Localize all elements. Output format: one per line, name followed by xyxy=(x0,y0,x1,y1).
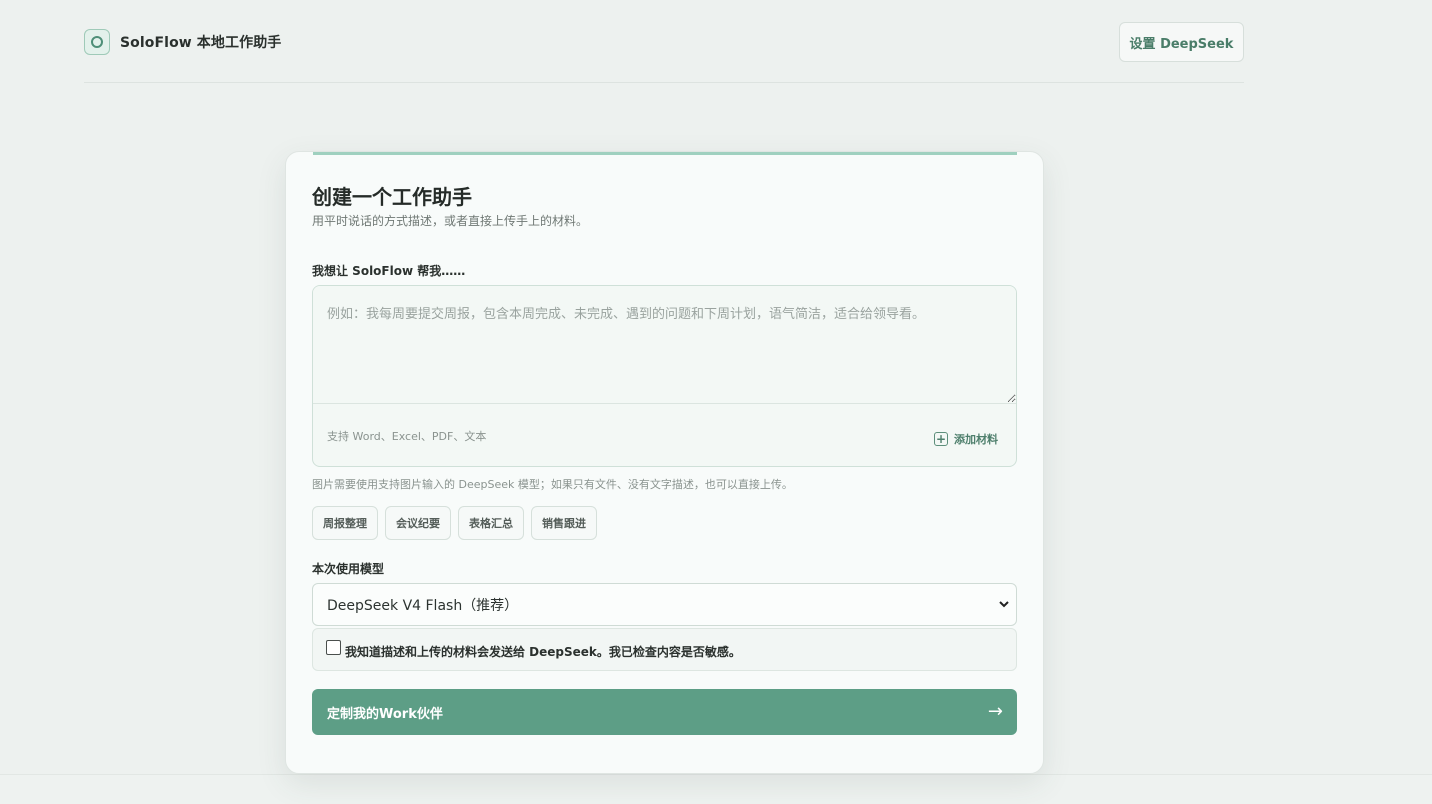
model-label: 本次使用模型 xyxy=(312,562,385,576)
card-title: 创建一个工作助手 xyxy=(312,185,472,209)
plus-icon: + xyxy=(934,432,948,446)
supported-formats-text: 支持 Word、Excel、PDF、文本 xyxy=(327,430,487,443)
chip-sales-followup[interactable]: 销售跟进 xyxy=(531,506,597,540)
app-header: SoloFlow 本地工作助手 设置 DeepSeek xyxy=(84,22,1244,83)
prompt-label: 我想让 SoloFlow 帮我…… xyxy=(312,264,466,278)
model-selected-value: DeepSeek V4 Flash（推荐） xyxy=(327,597,519,614)
add-material-label: 添加材料 xyxy=(954,433,998,446)
card-accent-bar xyxy=(313,152,1017,155)
prompt-input-box: 支持 Word、Excel、PDF、文本 + 添加材料 xyxy=(312,285,1017,467)
consent-checkbox[interactable] xyxy=(326,640,341,655)
arrow-right-icon: → xyxy=(987,701,1003,722)
circle-logo-icon xyxy=(84,29,110,55)
page-footer-band xyxy=(0,774,1432,804)
chevron-down-icon xyxy=(999,601,1009,608)
chip-weekly-report[interactable]: 周报整理 xyxy=(312,506,378,540)
create-assistant-card: 创建一个工作助手 用平时说话的方式描述，或者直接上传手上的材料。 我想让 Sol… xyxy=(285,151,1044,774)
create-work-partner-button[interactable]: 定制我的Work伙伴 → xyxy=(312,689,1017,735)
consent-box: 我知道描述和上传的材料会发送给 DeepSeek。我已检查内容是否敏感。 xyxy=(312,628,1017,671)
card-subtitle: 用平时说话的方式描述，或者直接上传手上的材料。 xyxy=(312,214,589,228)
chip-table-summary[interactable]: 表格汇总 xyxy=(458,506,524,540)
brand: SoloFlow 本地工作助手 xyxy=(84,29,281,55)
settings-deepseek-button[interactable]: 设置 DeepSeek xyxy=(1119,22,1244,62)
add-material-button[interactable]: + 添加材料 xyxy=(934,431,998,447)
chip-meeting-minutes[interactable]: 会议纪要 xyxy=(385,506,451,540)
brand-title: SoloFlow 本地工作助手 xyxy=(120,35,282,51)
model-select[interactable]: DeepSeek V4 Flash（推荐） xyxy=(312,583,1017,626)
consent-text: 我知道描述和上传的材料会发送给 DeepSeek。我已检查内容是否敏感。 xyxy=(345,645,741,659)
image-hint-text: 图片需要使用支持图片输入的 DeepSeek 模型；如果只有文件、没有文字描述，… xyxy=(312,478,793,491)
template-chips: 周报整理 会议纪要 表格汇总 销售跟进 xyxy=(312,506,597,540)
submit-label: 定制我的Work伙伴 xyxy=(327,706,443,722)
prompt-textarea[interactable] xyxy=(313,286,1016,404)
